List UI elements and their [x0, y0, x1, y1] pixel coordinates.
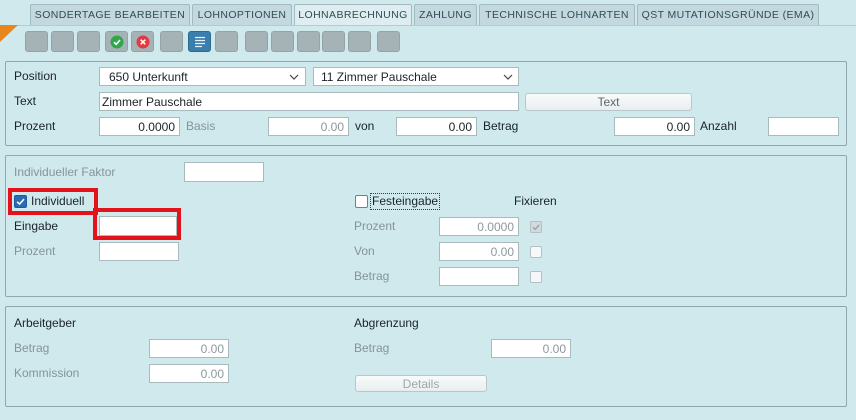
- highlight-box-eingabe: [93, 208, 181, 240]
- festeingabe-checkbox[interactable]: [355, 195, 368, 208]
- abgrenzung-heading: Abgrenzung: [354, 316, 419, 330]
- arbeitgeber-betrag-input[interactable]: [149, 339, 229, 358]
- text-button[interactable]: Text: [525, 93, 692, 111]
- fest-von-fixieren-checkbox[interactable]: [530, 246, 542, 258]
- kommission-label: Kommission: [14, 366, 80, 380]
- prozent-input[interactable]: [99, 117, 180, 136]
- tab-qst-mutationsgruende[interactable]: QST MUTATIONSGRÜNDE (EMA): [637, 4, 819, 25]
- tab-label: SONDERTAGE BEARBEITEN: [34, 9, 186, 21]
- toolbar-button[interactable]: [348, 31, 371, 52]
- toolbar-button[interactable]: [51, 31, 74, 52]
- fest-betrag-label: Betrag: [354, 269, 390, 283]
- arbeitgeber-betrag-label: Betrag: [14, 341, 50, 355]
- betrag-input[interactable]: [614, 117, 695, 136]
- fest-betrag-fixieren-checkbox[interactable]: [530, 271, 542, 283]
- cancel-button[interactable]: [131, 31, 154, 52]
- tab-label: LOHNABRECHNUNG: [298, 9, 408, 21]
- check-icon: [532, 224, 540, 231]
- fest-prozent-fixieren-checkbox[interactable]: [530, 221, 542, 233]
- festeingabe-label[interactable]: Festeingabe: [370, 193, 441, 210]
- toolbar-button[interactable]: [25, 31, 48, 52]
- subtype-select[interactable]: 11 Zimmer Pauschale: [313, 67, 519, 86]
- prozent-input[interactable]: [99, 242, 179, 261]
- text-label: Text: [14, 94, 37, 108]
- arbeitgeber-heading: Arbeitgeber: [14, 316, 77, 330]
- von-input[interactable]: [396, 117, 477, 136]
- corner-flag-icon: [0, 25, 18, 42]
- tab-sondertage-bearbeiten[interactable]: SONDERTAGE BEARBEITEN: [30, 4, 190, 25]
- abgrenzung-betrag-input[interactable]: [491, 339, 571, 358]
- highlight-box-individuell: [8, 188, 98, 215]
- prozent-label: Prozent: [14, 119, 56, 133]
- anzahl-label: Anzahl: [700, 119, 737, 133]
- tab-lohnabrechnung[interactable]: LOHNABRECHNUNG: [294, 4, 412, 25]
- chevron-down-icon: [503, 74, 513, 80]
- fixieren-label: Fixieren: [514, 194, 557, 208]
- fest-prozent-input[interactable]: [439, 217, 519, 236]
- toolbar-button[interactable]: [322, 31, 345, 52]
- tab-label: ZAHLUNG: [419, 9, 472, 21]
- toolbar-button[interactable]: [245, 31, 268, 52]
- text-input[interactable]: [99, 92, 519, 111]
- toolbar-button[interactable]: [160, 31, 183, 52]
- list-icon: [194, 36, 206, 48]
- toolbar-button[interactable]: [297, 31, 320, 52]
- tab-label: QST MUTATIONSGRÜNDE (EMA): [641, 9, 815, 21]
- tab-bar: SONDERTAGE BEARBEITEN LOHNOPTIONEN LOHNA…: [30, 4, 819, 25]
- fest-prozent-label: Prozent: [354, 219, 396, 233]
- lohnart-select-value: 650 Unterkunft: [109, 69, 188, 84]
- tab-label: LOHNOPTIONEN: [197, 9, 287, 21]
- individueller-faktor-input[interactable]: [184, 162, 264, 182]
- prozent-label: Prozent: [14, 244, 56, 258]
- list-view-button[interactable]: [188, 31, 211, 52]
- toolbar-button[interactable]: [377, 31, 400, 52]
- tab-zahlung[interactable]: ZAHLUNG: [414, 4, 477, 25]
- toolbar-button[interactable]: [215, 31, 238, 52]
- lohnart-select[interactable]: 650 Unterkunft: [99, 67, 306, 86]
- fest-von-input[interactable]: [439, 242, 519, 261]
- tab-label: TECHNISCHE LOHNARTEN: [485, 9, 629, 21]
- tab-technische-lohnarten[interactable]: TECHNISCHE LOHNARTEN: [479, 4, 635, 25]
- betrag-label: Betrag: [483, 119, 519, 133]
- check-circle-icon: [110, 35, 124, 49]
- kommission-input[interactable]: [149, 364, 229, 383]
- abgrenzung-betrag-label: Betrag: [354, 341, 390, 355]
- tab-lohnoptionen[interactable]: LOHNOPTIONEN: [192, 4, 292, 25]
- eingabe-label: Eingabe: [14, 219, 59, 233]
- position-label: Position: [14, 69, 57, 83]
- chevron-down-icon: [289, 74, 299, 80]
- confirm-button[interactable]: [105, 31, 128, 52]
- x-circle-icon: [136, 35, 150, 49]
- toolbar-button[interactable]: [271, 31, 294, 52]
- toolbar-button[interactable]: [77, 31, 100, 52]
- basis-input[interactable]: [268, 117, 349, 136]
- details-button[interactable]: Details: [355, 375, 487, 392]
- anzahl-input[interactable]: [768, 117, 839, 136]
- von-label: von: [355, 119, 375, 133]
- fest-von-label: Von: [354, 244, 375, 258]
- basis-label: Basis: [186, 119, 216, 133]
- fest-betrag-input[interactable]: [439, 267, 519, 286]
- tab-bar-divider: [0, 25, 856, 26]
- subtype-select-value: 11 Zimmer Pauschale: [321, 69, 437, 84]
- individueller-faktor-label: Individueller Faktor: [14, 165, 116, 179]
